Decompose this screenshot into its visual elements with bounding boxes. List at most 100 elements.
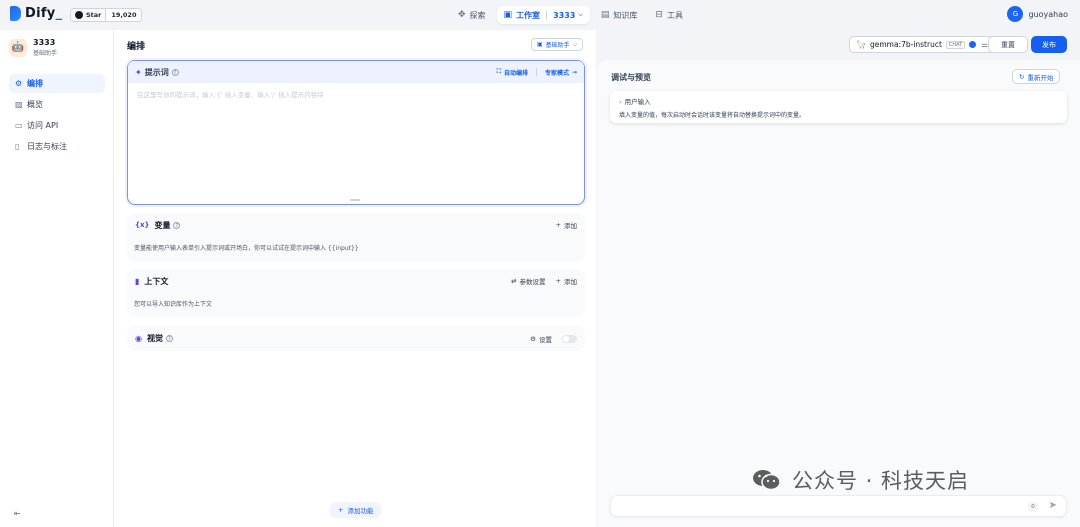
expert-mode-button[interactable]: 专家模式 → <box>545 68 577 77</box>
toolbox-icon: ⊟ <box>655 10 663 20</box>
nav-explore[interactable]: ✥ 探索 <box>451 6 493 24</box>
sidebar-item-label: 访问 API <box>27 121 59 130</box>
sidebar-item-orchestrate[interactable]: ⚙ 编排 <box>9 74 105 93</box>
publish-button[interactable]: 发布 <box>1031 36 1067 53</box>
context-title: 上下文 <box>144 276 169 286</box>
chevron-right-icon[interactable]: › <box>619 98 622 106</box>
auto-orchestrate-button[interactable]: ⛶ 自动编排 <box>497 68 528 77</box>
nav-tools[interactable]: ⊟ 工具 <box>648 6 690 24</box>
app-name: 3333 <box>33 38 56 47</box>
star-label: Star <box>86 11 102 19</box>
github-star-button[interactable]: Star 19,020 <box>70 8 143 22</box>
sidebar-item-label: 概览 <box>27 100 43 109</box>
model-selector[interactable]: 🦙 gemma:7b-instruct CHAT ⚌ <box>849 36 995 53</box>
char-count: 0 <box>1028 502 1038 512</box>
sidebar-item-api[interactable]: ▭ 访问 API <box>9 116 105 135</box>
user-input-desc: 填入变量的值，每次启动时会话时该变量将自动替换提示词中的变量。 <box>619 112 806 119</box>
nav-knowledge[interactable]: ▤ 知识库 <box>594 6 645 24</box>
model-name: gemma:7b-instruct <box>869 40 942 49</box>
mode-label: 基础助手 <box>545 42 570 49</box>
resize-handle-icon[interactable] <box>350 199 360 201</box>
add-context-button[interactable]: + 添加 <box>556 276 577 286</box>
status-dot-icon <box>969 41 977 48</box>
add-label: 添加 <box>564 222 577 230</box>
prompt-textarea[interactable]: 在这里写你的提示词，输入'{' 插入变量、输入'/' 插入提示内容块 <box>128 83 584 105</box>
sidebar-item-label: 日志与标注 <box>27 142 67 151</box>
logo-text: Dify <box>25 6 56 21</box>
user-input-title: 用户输入 <box>624 98 651 106</box>
avatar: G <box>1007 6 1024 22</box>
sidebar-menu: ⚙ 编排 ▨ 概览 ▭ 访问 API ▯ 日志与标注 <box>9 74 105 158</box>
help-icon[interactable]: ? <box>171 68 179 76</box>
dify-logo[interactable]: Dify_ <box>10 6 62 21</box>
prompt-editor: ✦ 提示词? ⛶ 自动编排 专家模式 → 在这里写你的提示词，输入'{' 插入变量、输… <box>127 60 585 205</box>
prompt-title: 提示词 <box>144 67 169 77</box>
variables-desc: 变量能使用户输入表单引入提示词或开场白，你可以试试在提示词中输入 {{input… <box>134 245 359 252</box>
context-card: ▮ 上下文 ⇄ 参数设置 + 添加 您可以导入知识库作为上下文 <box>127 269 585 317</box>
nav-explore-label: 探索 <box>469 10 486 20</box>
star-count: 19,020 <box>111 11 137 19</box>
nav-studio-label: 工作室 <box>516 10 541 20</box>
collapse-sidebar-icon[interactable]: ⇤ <box>14 509 21 518</box>
vision-settings-button[interactable]: ⚙ 设置 <box>530 334 552 344</box>
orchestrate-icon: ⚙ <box>15 79 23 88</box>
robot-icon: 🤖 <box>9 38 27 57</box>
debug-title: 调试与预览 <box>611 73 651 82</box>
params-label: 参数设置 <box>519 278 546 286</box>
eye-icon: ◉ <box>135 334 142 343</box>
sidebar-item-logs[interactable]: ▯ 日志与标注 <box>9 137 105 156</box>
nav-knowledge-label: 知识库 <box>613 10 638 20</box>
wechat-icon <box>753 470 781 491</box>
app-sidebar: 🤖 3333 基础助手 ⚙ 编排 ▨ 概览 ▭ 访问 API ▯ 日志与标注 ⇤ <box>0 30 114 527</box>
studio-icon: ▣ <box>503 10 513 20</box>
plus-icon: + <box>555 221 561 229</box>
plus-icon: + <box>555 277 561 285</box>
sliders-icon: ⇄ <box>511 277 517 285</box>
page-title: 编排 <box>127 42 146 52</box>
restart-button[interactable]: ↻ 重新开始 <box>1012 69 1061 84</box>
top-bar: Dify_ Star 19,020 ✥ 探索 ▣ 工作室 3333 ⌵ ▤ 知识库 ⊟ 工具… <box>0 0 1080 30</box>
assistant-icon: ▣ <box>537 41 543 48</box>
help-icon[interactable]: ? <box>165 335 173 342</box>
reset-button[interactable]: 重置 <box>988 36 1028 53</box>
add-variable-button[interactable]: + 添加 <box>556 220 577 230</box>
settings-label: 设置 <box>539 335 552 344</box>
nav-tools-label: 工具 <box>666 10 683 20</box>
add-feature-label: 添加功能 <box>347 507 374 515</box>
dify-logo-icon <box>10 6 21 21</box>
context-desc: 您可以导入知识库作为上下文 <box>134 301 213 308</box>
current-app-selector[interactable]: 3333 <box>553 11 575 20</box>
refresh-icon: ↻ <box>1019 72 1025 81</box>
vision-toggle[interactable] <box>562 334 577 343</box>
vision-title: 视觉 <box>146 334 163 343</box>
user-input-card: › 用户输入 填入变量的值，每次启动时会话时该变量将自动替换提示词中的变量。 <box>610 91 1067 123</box>
magic-icon: ⛶ <box>496 68 501 75</box>
terminal-icon: ▭ <box>15 121 23 130</box>
debug-preview-panel <box>597 60 1080 527</box>
auto-label: 自动编排 <box>503 69 528 77</box>
add-label: 添加 <box>564 278 577 286</box>
document-icon: ▮ <box>135 276 140 286</box>
app-mode-selector[interactable]: ▣ 基础助手 ⌵ <box>531 38 584 51</box>
arrow-right-icon: → <box>571 68 577 76</box>
app-type: 基础助手 <box>33 50 58 57</box>
gear-icon: ⚙ <box>530 334 536 343</box>
send-icon[interactable]: ➤ <box>1049 500 1057 511</box>
help-icon[interactable]: ? <box>173 221 181 229</box>
github-icon <box>75 11 83 19</box>
compass-icon: ✥ <box>458 10 466 20</box>
prompt-header: ✦ 提示词? ⛶ 自动编排 专家模式 → <box>128 61 584 83</box>
restart-label: 重新开始 <box>1027 73 1054 82</box>
params-settings-button[interactable]: ⇄ 参数设置 <box>511 276 545 286</box>
user-menu[interactable]: G guoyahao <box>1007 6 1068 22</box>
user-name: guoyahao <box>1028 9 1068 19</box>
variables-title: 变量 <box>154 220 171 230</box>
variables-card: {x} 变量? + 添加 变量能使用户输入表单引入提示词或开场白，你可以试试在提示词… <box>127 213 585 262</box>
nav-studio[interactable]: ▣ 工作室 3333 ⌵ <box>496 6 590 24</box>
sliders-icon[interactable]: ⚌ <box>981 40 988 49</box>
add-feature-button[interactable]: + 添加功能 <box>330 502 382 518</box>
chat-input[interactable]: 0 ➤ <box>610 495 1067 517</box>
llama-icon: 🦙 <box>856 40 866 49</box>
app-header: 🤖 3333 基础助手 <box>9 38 57 57</box>
sidebar-item-overview[interactable]: ▨ 概览 <box>9 95 105 114</box>
